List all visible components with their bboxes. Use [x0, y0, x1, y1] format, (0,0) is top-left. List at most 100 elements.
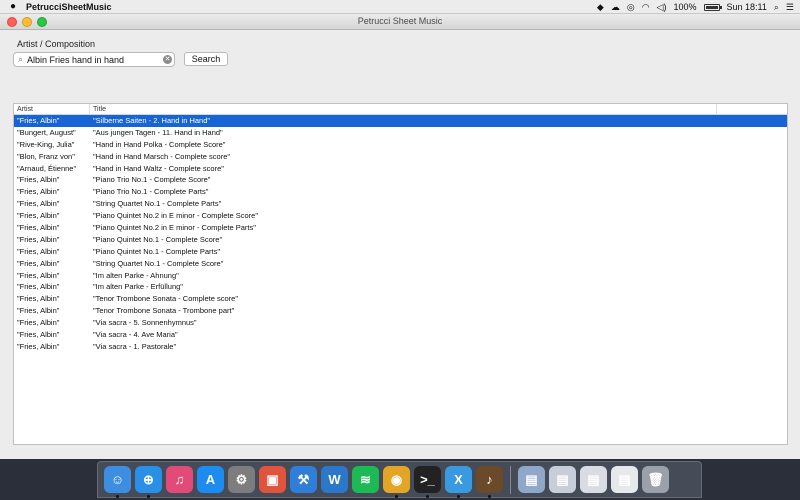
xcode-icon[interactable]: ⚒ [290, 466, 317, 493]
title-cell: "Via sacra - 5. Sonnenhymnus" [93, 318, 197, 328]
system-preferences-icon[interactable]: ⚙ [228, 466, 255, 493]
clear-search-icon[interactable]: ✕ [163, 55, 172, 64]
artist-cell: "Fries, Albin" [17, 234, 60, 244]
word-icon[interactable]: W [321, 466, 348, 493]
itunes-icon[interactable]: ♫ [166, 466, 193, 493]
app-menu-name[interactable]: PetrucciSheetMusic [26, 2, 112, 12]
search-field-label: Artist / Composition [17, 39, 96, 49]
app-store-icon[interactable]: A [197, 466, 224, 493]
table-header: Artist Title [14, 104, 787, 115]
search-field[interactable]: ⌕ ✕ [13, 52, 175, 67]
notification-center-icon[interactable]: ☰ [786, 0, 794, 14]
safari-icon[interactable]: ⊕ [135, 466, 162, 498]
column-header-artist[interactable]: Artist [14, 104, 90, 115]
minimized-window-2-icon[interactable]: ▤ [549, 466, 576, 493]
table-row[interactable]: "Arnaud, Étienne" "Hand in Hand Waltz - C… [14, 163, 787, 175]
table-row[interactable]: "Fries, Albin" "String Quartet No.1 - Com… [14, 198, 787, 210]
spotlight-search-icon[interactable]: ⌕ [774, 0, 779, 14]
table-row[interactable]: "Fries, Albin" "Silberne Saiten - 2. Hand… [14, 115, 787, 127]
volume-icon[interactable]: ◁) [657, 0, 667, 14]
cloud-icon[interactable]: ☁ [611, 0, 620, 14]
running-indicator [116, 495, 119, 498]
table-row[interactable]: "Fries, Albin" "String Quartet No.1 - Com… [14, 258, 787, 270]
artist-cell: "Fries, Albin" [17, 258, 60, 268]
screen-sharing-icon[interactable]: ▣ [259, 466, 286, 493]
battery-level [705, 5, 718, 9]
running-indicator [147, 495, 150, 498]
apple-menu-icon[interactable]: ● [0, 1, 26, 12]
results-table[interactable]: Artist Title "Fries, Albin" "Silberne Sai… [13, 103, 788, 445]
xamarin-icon[interactable]: X [445, 466, 472, 498]
title-cell: "Piano Quintet No.1 - Complete Parts" [93, 246, 221, 256]
battery-percent: 100% [673, 2, 697, 12]
table-row[interactable]: "Fries, Albin" "Piano Quintet No.2 in E m… [14, 222, 787, 234]
wifi-icon[interactable]: ◠ [642, 0, 650, 14]
table-row[interactable]: "Rive-King, Julia" "Hand in Hand Polka - … [14, 139, 787, 151]
magnifier-icon: ⌕ [17, 54, 24, 64]
table-row[interactable]: "Fries, Albin" "Tenor Trombone Sonata - C… [14, 293, 787, 305]
minimized-window-3-icon[interactable]: ▤ [580, 466, 607, 493]
battery-icon[interactable] [703, 3, 722, 11]
title-cell: "Tenor Trombone Sonata - Complete score" [93, 294, 238, 304]
creative-cloud-icon[interactable]: ◎ [627, 0, 635, 14]
title-cell: "Aus jungen Tagen - 11. Hand in Hand" [93, 127, 223, 137]
dropbox-icon[interactable]: ◆ [597, 0, 604, 14]
title-cell: "Via sacra - 4. Ave Maria" [93, 330, 178, 340]
main-window: Petrucci Sheet Music Artist / Compositio… [0, 14, 800, 459]
title-cell: "Hand in Hand Polka - Complete Score" [93, 139, 226, 149]
running-indicator [488, 495, 491, 498]
title-cell: "String Quartet No.1 - Complete Parts" [93, 199, 222, 209]
terminal-icon[interactable]: >_ [414, 466, 441, 498]
artist-cell: "Fries, Albin" [17, 318, 60, 328]
minimized-window-4-icon[interactable]: ▤ [611, 466, 638, 493]
table-body: "Fries, Albin" "Silberne Saiten - 2. Hand… [14, 115, 787, 353]
title-cell: "Im alten Parke - Ahnung" [93, 270, 179, 280]
table-row[interactable]: "Fries, Albin" "Piano Quintet No.1 - Comp… [14, 246, 787, 258]
title-cell: "Hand in Hand Waltz - Complete score" [93, 163, 224, 173]
title-cell: "Piano Trio No.1 - Complete Score" [93, 175, 211, 185]
artist-cell: "Fries, Albin" [17, 330, 60, 340]
spotify-icon[interactable]: ≋ [352, 466, 379, 493]
title-cell: "Via sacra - 1. Pastorale" [93, 341, 177, 351]
search-input[interactable] [27, 54, 163, 65]
table-row[interactable]: "Bungert, August" "Aus jungen Tagen - 11.… [14, 127, 787, 139]
finder-icon[interactable]: ☺ [104, 466, 131, 498]
table-row[interactable]: "Fries, Albin" "Tenor Trombone Sonata - T… [14, 305, 787, 317]
status-area: ◆ ☁ ◎ ◠ ◁) 100% Sun 18:11 ⌕ ☰ [597, 0, 794, 14]
title-cell: "Tenor Trombone Sonata - Trombone part" [93, 306, 235, 316]
artist-cell: "Fries, Albin" [17, 116, 60, 125]
search-button[interactable]: Search [184, 52, 228, 66]
petrucci-sheet-music-icon[interactable]: ♪ [476, 466, 503, 498]
title-cell: "Piano Quintet No.1 - Complete Score" [93, 234, 223, 244]
title-cell: "Piano Quintet No.2 in E minor - Complet… [93, 223, 256, 233]
window-titlebar[interactable]: Petrucci Sheet Music [0, 14, 800, 30]
running-indicator [426, 495, 429, 498]
trash-icon[interactable]: 🗑 [642, 466, 669, 493]
table-row[interactable]: "Fries, Albin" "Piano Trio No.1 - Complet… [14, 174, 787, 186]
table-row[interactable]: "Fries, Albin" "Piano Quintet No.2 in E m… [14, 210, 787, 222]
table-row[interactable]: "Blon, Franz von" "Hand in Hand Marsch - … [14, 151, 787, 163]
column-header-title[interactable]: Title [90, 104, 717, 115]
clock[interactable]: Sun 18:11 [727, 2, 767, 12]
artist-cell: "Fries, Albin" [17, 270, 60, 280]
artist-cell: "Fries, Albin" [17, 294, 60, 304]
chrome-icon[interactable]: ◉ [383, 466, 410, 498]
artist-cell: "Fries, Albin" [17, 306, 60, 316]
table-row[interactable]: "Fries, Albin" "Via sacra - 4. Ave Maria" [14, 329, 787, 341]
table-row[interactable]: "Fries, Albin" "Via sacra - 1. Pastorale" [14, 341, 787, 353]
running-indicator [395, 495, 398, 498]
table-row[interactable]: "Fries, Albin" "Piano Trio No.1 - Complet… [14, 186, 787, 198]
artist-cell: "Fries, Albin" [17, 246, 60, 256]
table-row[interactable]: "Fries, Albin" "Via sacra - 5. Sonnenhymn… [14, 317, 787, 329]
artist-cell: "Fries, Albin" [17, 175, 60, 185]
artist-cell: "Fries, Albin" [17, 282, 60, 292]
table-row[interactable]: "Fries, Albin" "Im alten Parke - Erfüllun… [14, 281, 787, 293]
table-row[interactable]: "Fries, Albin" "Piano Quintet No.1 - Comp… [14, 234, 787, 246]
table-row[interactable]: "Fries, Albin" "Im alten Parke - Ahnung" [14, 270, 787, 282]
artist-cell: "Bungert, August" [17, 127, 76, 137]
artist-cell: "Arnaud, Étienne" [17, 163, 77, 173]
dock: ☺ ⊕ ♫ A ⚙ ▣ ⚒ W ≋ ◉ >_ X ♪ ▤ ▤ ▤ ▤ 🗑 [97, 461, 702, 498]
artist-cell: "Fries, Albin" [17, 199, 60, 209]
running-indicator [457, 495, 460, 498]
minimized-window-1-icon[interactable]: ▤ [518, 466, 545, 493]
